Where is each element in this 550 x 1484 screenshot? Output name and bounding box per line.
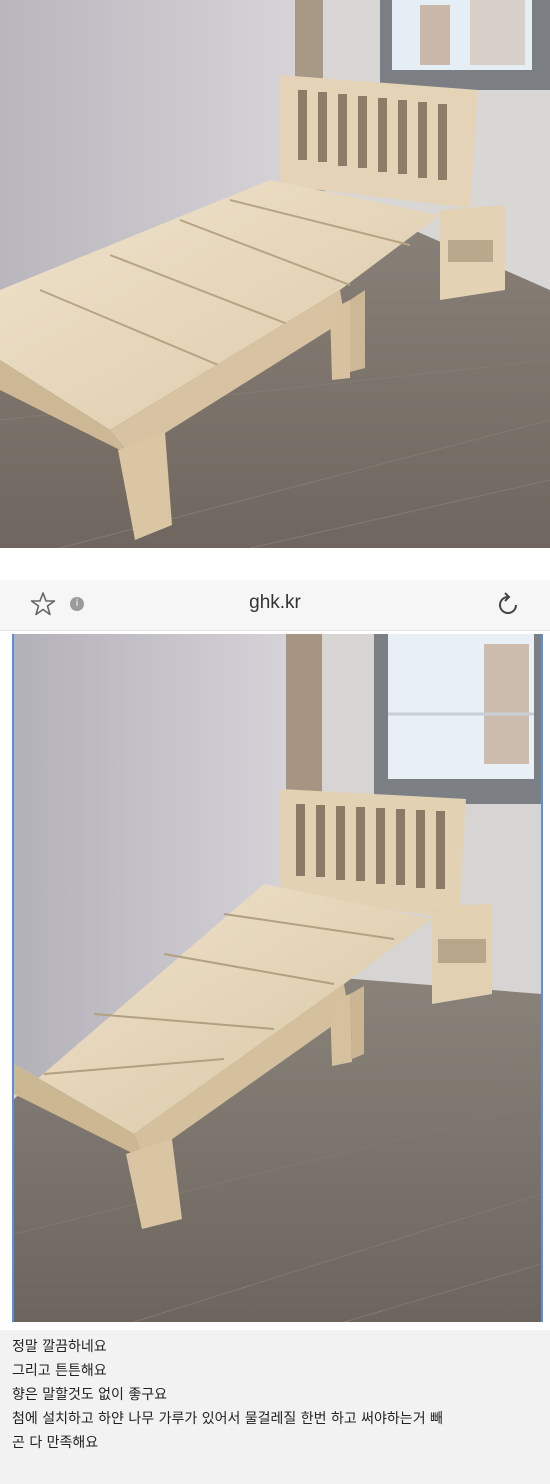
bed-room-image-bottom — [14, 634, 541, 1322]
review-caption: 정말 깔끔하네요 그리고 튼튼해요 향은 말할것도 없이 좋구요 첨에 설치하고… — [0, 1330, 550, 1484]
content-image-frame — [12, 634, 543, 1322]
spacer — [0, 548, 550, 580]
bed-room-image-top — [0, 0, 550, 548]
bed-photo-top — [0, 0, 550, 548]
page-domain[interactable]: ghk.kr — [0, 592, 550, 614]
caption-line-1: 정말 깔끔하네요 — [12, 1339, 107, 1355]
reload-icon[interactable] — [494, 591, 522, 619]
caption-line-3: 향은 말할것도 없이 좋구요 — [12, 1387, 168, 1403]
caption-line-4: 첨에 설치하고 하얀 나무 가루가 있어서 물걸레질 한번 하고 써야하는거 빼 — [12, 1411, 443, 1427]
browser-address-bar: i ghk.kr — [0, 580, 550, 631]
caption-line-2: 그리고 튼튼해요 — [12, 1363, 107, 1379]
caption-line-5: 곤 다 만족해요 — [12, 1435, 99, 1451]
